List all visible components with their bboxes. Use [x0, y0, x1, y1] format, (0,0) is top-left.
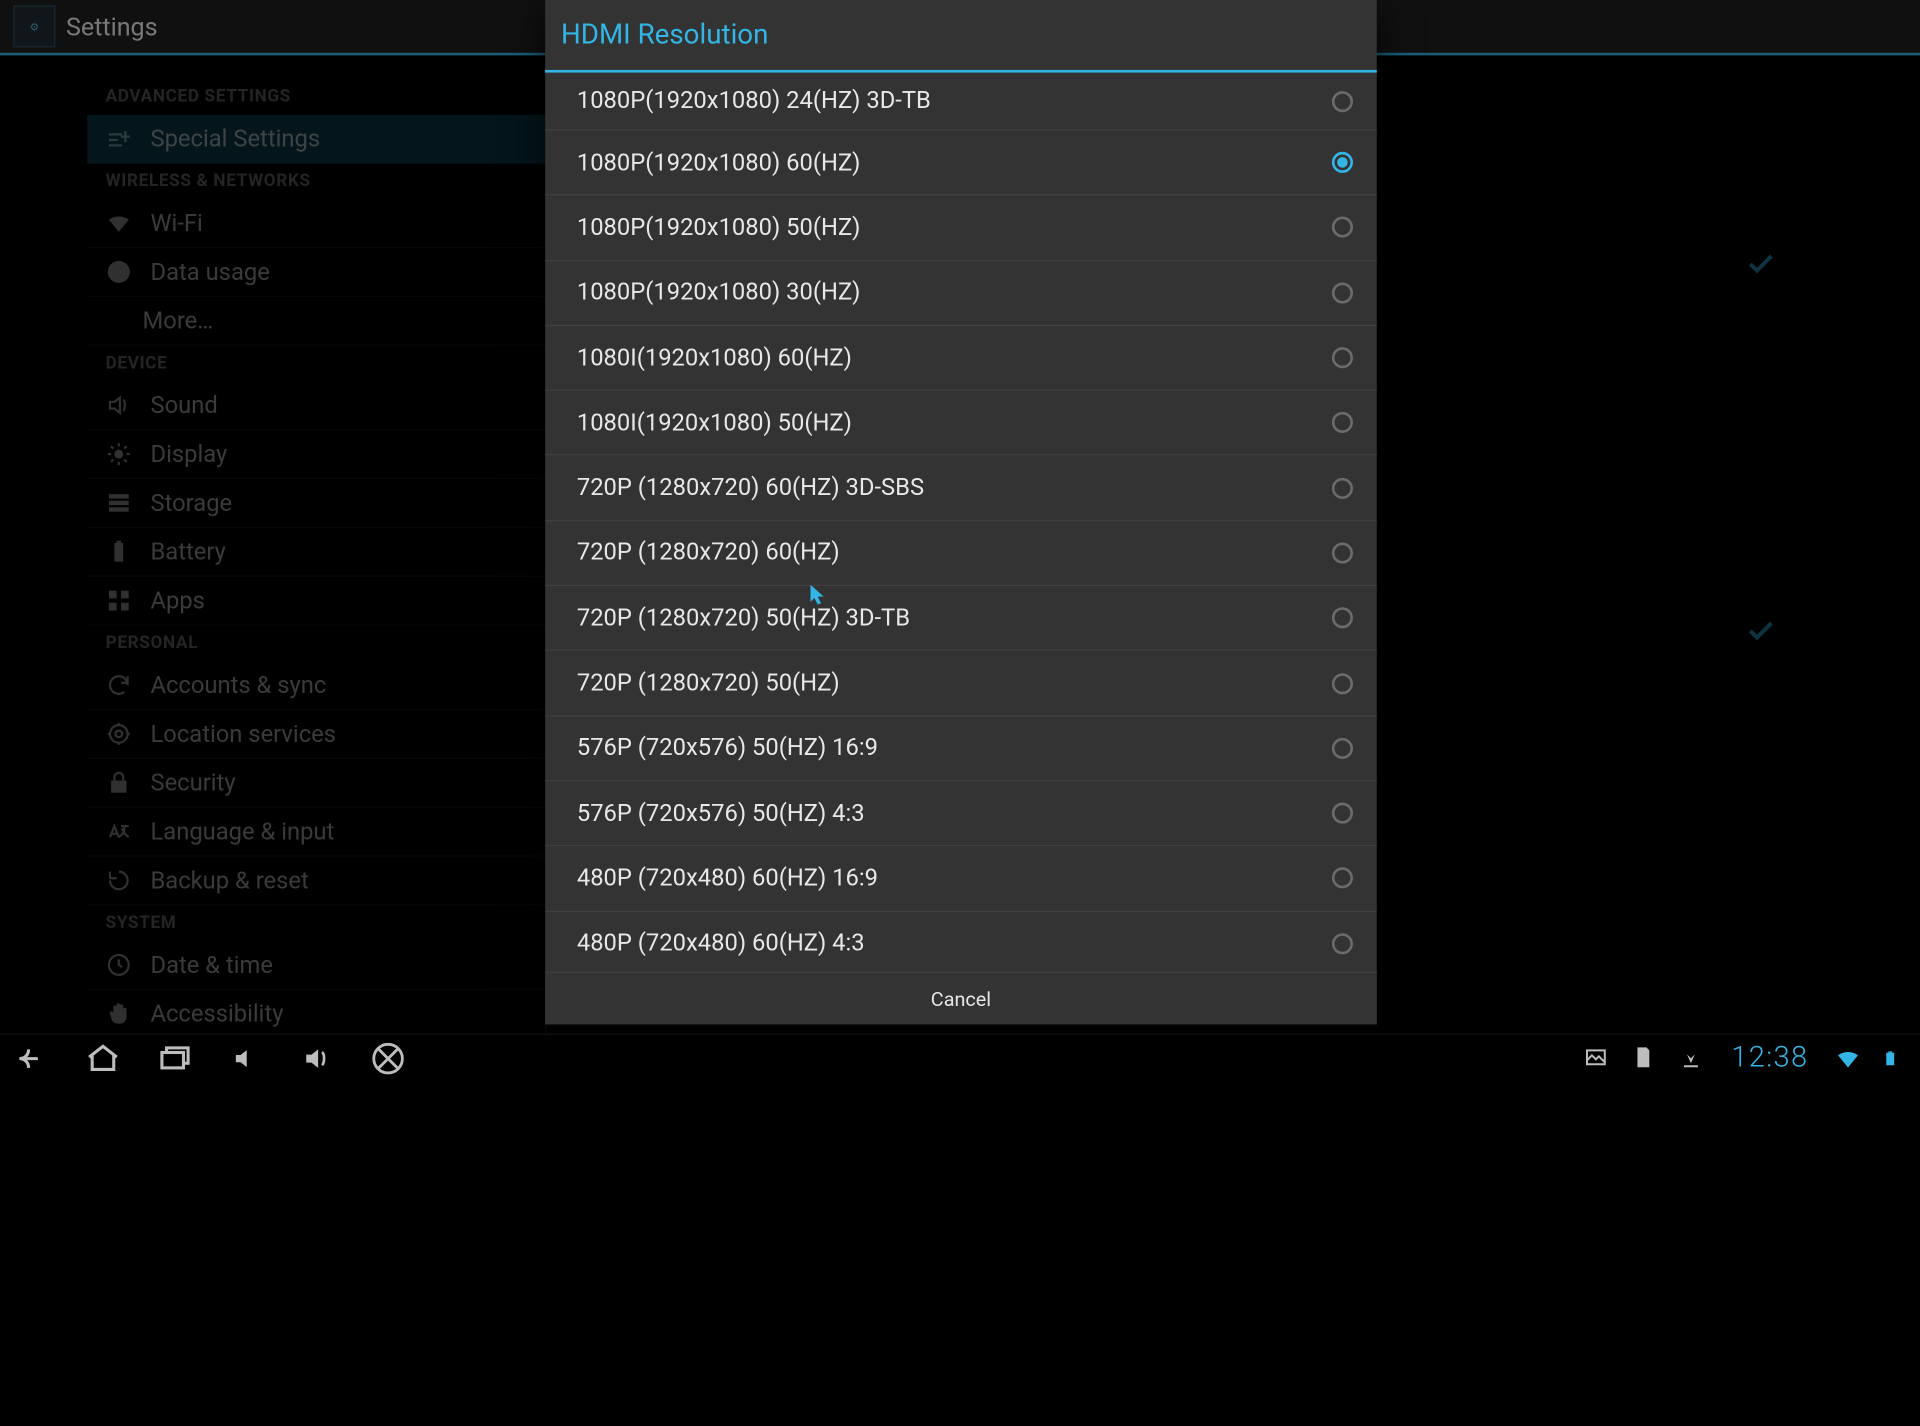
recent-apps-button[interactable]: [156, 1040, 193, 1077]
resolution-option-label: 1080P(1920x1080) 24(HZ) 3D-TB: [577, 87, 931, 115]
resolution-option-list: 1080P(1920x1080) 24(HZ) 3D-TB 1080P(1920x…: [545, 73, 1377, 972]
radio-button[interactable]: [1332, 933, 1353, 954]
resolution-option[interactable]: 1080I(1920x1080) 60(HZ): [545, 326, 1377, 391]
resolution-option[interactable]: 720P (1280x720) 50(HZ): [545, 651, 1377, 716]
status-clock[interactable]: 12:38: [1731, 1041, 1808, 1074]
resolution-option-label: 480P (720x480) 60(HZ) 16:9: [577, 864, 878, 892]
resolution-option[interactable]: 720P (1280x720) 60(HZ) 3D-SBS: [545, 456, 1377, 521]
radio-button[interactable]: [1332, 542, 1353, 563]
radio-button[interactable]: [1332, 868, 1353, 889]
resolution-option[interactable]: 480P (720x480) 60(HZ) 16:9: [545, 846, 1377, 911]
resolution-option-label: 1080P(1920x1080) 60(HZ): [577, 149, 861, 177]
radio-button[interactable]: [1332, 738, 1353, 759]
resolution-option-label: 720P (1280x720) 60(HZ): [577, 539, 840, 567]
resolution-option-label: 1080P(1920x1080) 30(HZ): [577, 279, 861, 307]
radio-button[interactable]: [1332, 282, 1353, 303]
resolution-option-label: 576P (720x576) 50(HZ) 16:9: [577, 734, 878, 762]
gallery-tray-icon[interactable]: [1583, 1045, 1609, 1071]
resolution-option[interactable]: 480P (720x480) 60(HZ) 4:3: [545, 912, 1377, 972]
resolution-option-label: 1080P(1920x1080) 50(HZ): [577, 214, 861, 242]
cancel-button[interactable]: Cancel: [545, 972, 1377, 1025]
home-button[interactable]: [84, 1040, 121, 1077]
system-nav-bar: 12:38: [0, 1034, 1920, 1082]
radio-button[interactable]: [1332, 803, 1353, 824]
radio-button-selected[interactable]: [1332, 152, 1353, 173]
volume-up-button[interactable]: [298, 1040, 335, 1077]
screenshot-button[interactable]: [370, 1040, 407, 1077]
resolution-option-label: 480P (720x480) 60(HZ) 4:3: [577, 930, 865, 958]
resolution-option[interactable]: 1080P(1920x1080) 30(HZ): [545, 261, 1377, 326]
resolution-option-label: 576P (720x576) 50(HZ) 4:3: [577, 799, 865, 827]
resolution-option[interactable]: 1080P(1920x1080) 60(HZ): [545, 131, 1377, 196]
sd-card-tray-icon[interactable]: [1631, 1045, 1657, 1071]
radio-button[interactable]: [1332, 477, 1353, 498]
resolution-option-label: 1080I(1920x1080) 50(HZ): [577, 409, 852, 437]
download-tray-icon[interactable]: [1678, 1045, 1704, 1071]
radio-button[interactable]: [1332, 217, 1353, 238]
radio-button[interactable]: [1332, 90, 1353, 111]
resolution-option-label: 720P (1280x720) 60(HZ) 3D-SBS: [577, 474, 924, 502]
resolution-option-label: 720P (1280x720) 50(HZ): [577, 669, 840, 697]
resolution-option[interactable]: 1080I(1920x1080) 50(HZ): [545, 391, 1377, 456]
resolution-option[interactable]: 1080P(1920x1080) 50(HZ): [545, 196, 1377, 261]
volume-down-button[interactable]: [227, 1040, 264, 1077]
resolution-option[interactable]: 576P (720x576) 50(HZ) 4:3: [545, 781, 1377, 846]
radio-button[interactable]: [1332, 607, 1353, 628]
wifi-status-icon[interactable]: [1835, 1045, 1861, 1071]
battery-status-icon[interactable]: [1882, 1045, 1908, 1071]
hdmi-resolution-dialog: HDMI Resolution 1080P(1920x1080) 24(HZ) …: [545, 0, 1377, 1024]
resolution-option-label: 720P (1280x720) 50(HZ) 3D-TB: [577, 604, 910, 632]
resolution-option[interactable]: 576P (720x576) 50(HZ) 16:9: [545, 716, 1377, 781]
dialog-title: HDMI Resolution: [545, 0, 1377, 73]
radio-button[interactable]: [1332, 412, 1353, 433]
radio-button[interactable]: [1332, 347, 1353, 368]
resolution-option-label: 1080I(1920x1080) 60(HZ): [577, 344, 852, 372]
radio-button[interactable]: [1332, 673, 1353, 694]
resolution-option[interactable]: 1080P(1920x1080) 24(HZ) 3D-TB: [545, 73, 1377, 131]
back-button[interactable]: [13, 1040, 50, 1077]
mouse-cursor: [810, 585, 826, 606]
resolution-option[interactable]: 720P (1280x720) 50(HZ) 3D-TB: [545, 586, 1377, 651]
resolution-option[interactable]: 720P (1280x720) 60(HZ): [545, 521, 1377, 586]
